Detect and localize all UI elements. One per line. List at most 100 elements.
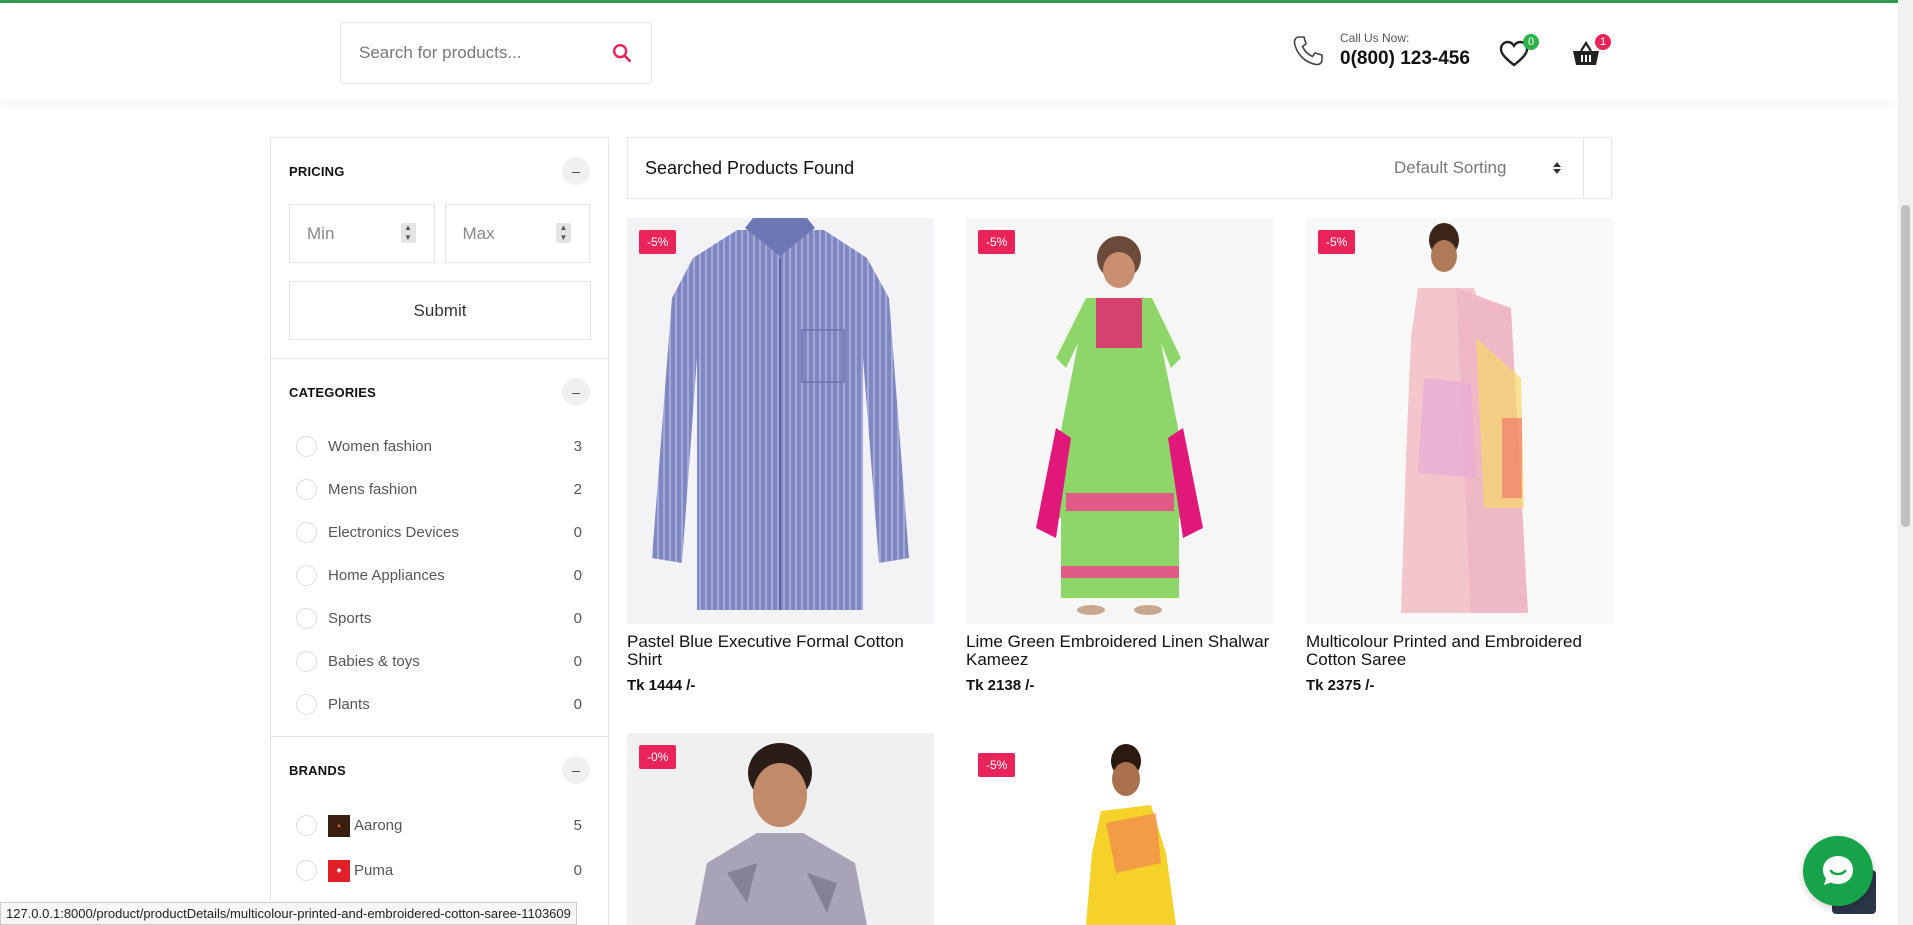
product-image[interactable]: -5% <box>966 218 1273 624</box>
category-count: 0 <box>573 653 582 670</box>
brand-label: Aarong <box>354 817 403 834</box>
discount-badge: -5% <box>978 230 1016 254</box>
sort-selected-value: Default Sorting <box>1394 158 1507 177</box>
max-price-input[interactable]: Max ▲ ▼ <box>444 204 590 263</box>
wishlist-count-badge: 0 <box>1523 34 1539 50</box>
kameez-image <box>1036 236 1203 615</box>
puma-logo: ◆ <box>328 859 350 882</box>
search-input[interactable] <box>359 43 611 63</box>
product-price: Tk 2375 /- <box>1306 677 1375 694</box>
pricing-collapse-button[interactable]: – <box>562 157 590 185</box>
category-label: Plants <box>328 696 370 713</box>
sort-arrows-icon <box>1553 162 1561 174</box>
search-box[interactable] <box>340 22 652 84</box>
categories-section: CATEGORIES – Women fashion 3 Mens fashion… <box>271 359 608 737</box>
search-icon[interactable] <box>611 42 633 64</box>
brands-title: BRANDS <box>289 762 346 778</box>
discount-badge: -5% <box>639 230 677 254</box>
discount-badge: -5% <box>978 753 1016 777</box>
category-label: Electronics Devices <box>328 524 459 541</box>
product-card[interactable]: -5% Pastel Blue Executive Formal Cotton … <box>627 218 934 694</box>
category-item[interactable]: Babies & toys 0 <box>289 640 590 683</box>
product-name[interactable]: Multicolour Printed and Embroidered Cott… <box>1306 633 1613 669</box>
brand-item[interactable]: ◆ Puma 0 <box>289 848 590 893</box>
category-label: Home Appliances <box>328 567 445 584</box>
category-label: Mens fashion <box>328 481 418 498</box>
min-placeholder: Min <box>307 223 335 243</box>
min-spinner[interactable]: ▲ ▼ <box>400 223 416 243</box>
category-count: 0 <box>573 696 582 713</box>
brand-item[interactable]: ▲ Aarong 5 <box>289 803 590 848</box>
brand-count: 5 <box>573 817 582 834</box>
max-placeholder: Max <box>462 223 495 243</box>
brand-radio[interactable] <box>296 815 317 836</box>
category-radio[interactable] <box>296 436 317 457</box>
product-name[interactable]: Pastel Blue Executive Formal Cotton Shir… <box>627 633 934 669</box>
saree-image <box>1401 223 1528 613</box>
category-item[interactable]: Home Appliances 0 <box>289 554 590 597</box>
call-label: Call Us Now: <box>1340 31 1410 45</box>
product-card[interactable]: -5% Multicolour Printed and Embroidered … <box>1306 218 1613 694</box>
filter-sidebar: PRICING – Min ▲ ▼ Max ▲ ▼ Submit CATEGORIE… <box>270 137 609 925</box>
category-radio[interactable] <box>296 522 317 543</box>
category-count: 0 <box>573 610 582 627</box>
category-item[interactable]: Mens fashion 2 <box>289 468 590 511</box>
product-card[interactable]: -0% <box>627 733 934 925</box>
category-item[interactable]: Sports 0 <box>289 597 590 640</box>
site-header: Call Us Now: 0(800) 123-456 0 1 <box>0 3 1898 101</box>
phone-icon <box>1293 35 1323 65</box>
max-spinner[interactable]: ▲ ▼ <box>556 223 571 243</box>
aarong-logo: ▲ <box>328 814 350 837</box>
chat-button[interactable] <box>1803 836 1873 906</box>
call-us: Call Us Now: 0(800) 123-456 <box>1290 31 1470 70</box>
pricing-title: PRICING <box>289 163 345 179</box>
product-card[interactable]: -5% Lime Green Embroidered Linen Shalwar… <box>966 218 1273 694</box>
brand-label: Puma <box>354 862 394 879</box>
category-label: Women fashion <box>328 438 432 455</box>
discount-badge: -0% <box>639 745 677 769</box>
sort-select[interactable]: Default Sorting <box>1362 138 1584 198</box>
product-card[interactable]: -5% <box>966 733 1273 925</box>
page-scrollbar[interactable] <box>1898 0 1913 925</box>
category-radio[interactable] <box>296 479 317 500</box>
product-image[interactable]: -5% <box>966 733 1273 925</box>
product-image[interactable]: -5% <box>627 218 934 624</box>
status-bar-url: 127.0.0.1:8000/product/productDetails/mu… <box>0 902 577 925</box>
discount-badge: -5% <box>1318 230 1356 254</box>
category-count: 0 <box>573 567 582 584</box>
scrollbar-thumb[interactable] <box>1901 205 1910 527</box>
category-count: 3 <box>573 438 582 455</box>
category-radio[interactable] <box>296 694 317 715</box>
category-count: 2 <box>573 481 582 498</box>
call-number: 0(800) 123-456 <box>1340 48 1470 69</box>
brands-collapse-button[interactable]: – <box>562 756 590 784</box>
results-toolbar: Searched Products Found Default Sorting <box>627 137 1612 199</box>
category-count: 0 <box>573 524 582 541</box>
product-image[interactable]: -5% <box>1306 218 1613 624</box>
chat-bubble-icon <box>1823 856 1853 885</box>
category-label: Babies & toys <box>328 653 420 670</box>
product-name[interactable]: Lime Green Embroidered Linen Shalwar Kam… <box>966 633 1273 669</box>
category-item[interactable]: Electronics Devices 0 <box>289 511 590 554</box>
cart-button[interactable]: 1 <box>1571 34 1611 69</box>
min-price-input[interactable]: Min ▲ ▼ <box>289 204 435 263</box>
category-item[interactable]: Women fashion 3 <box>289 425 590 468</box>
product-price: Tk 1444 /- <box>627 677 696 694</box>
results-title: Searched Products Found <box>645 157 855 178</box>
category-item[interactable]: Plants 0 <box>289 683 590 726</box>
wishlist-button[interactable]: 0 <box>1499 34 1539 69</box>
category-radio[interactable] <box>296 565 317 586</box>
brand-radio[interactable] <box>296 860 317 881</box>
pricing-section: PRICING – Min ▲ ▼ Max ▲ ▼ Submit <box>271 138 608 359</box>
categories-title: CATEGORIES <box>289 384 376 400</box>
brand-count: 0 <box>573 862 582 879</box>
price-submit-button[interactable]: Submit <box>289 281 591 340</box>
categories-collapse-button[interactable]: – <box>562 378 590 406</box>
category-radio[interactable] <box>296 608 317 629</box>
product-image[interactable]: -0% <box>627 733 934 925</box>
cart-count-badge: 1 <box>1595 34 1611 50</box>
product-price: Tk 2138 /- <box>966 677 1035 694</box>
brands-section: BRANDS – ▲ Aarong 5 ◆ Puma 0 <box>271 737 608 893</box>
category-radio[interactable] <box>296 651 317 672</box>
shirt-image <box>652 218 909 610</box>
